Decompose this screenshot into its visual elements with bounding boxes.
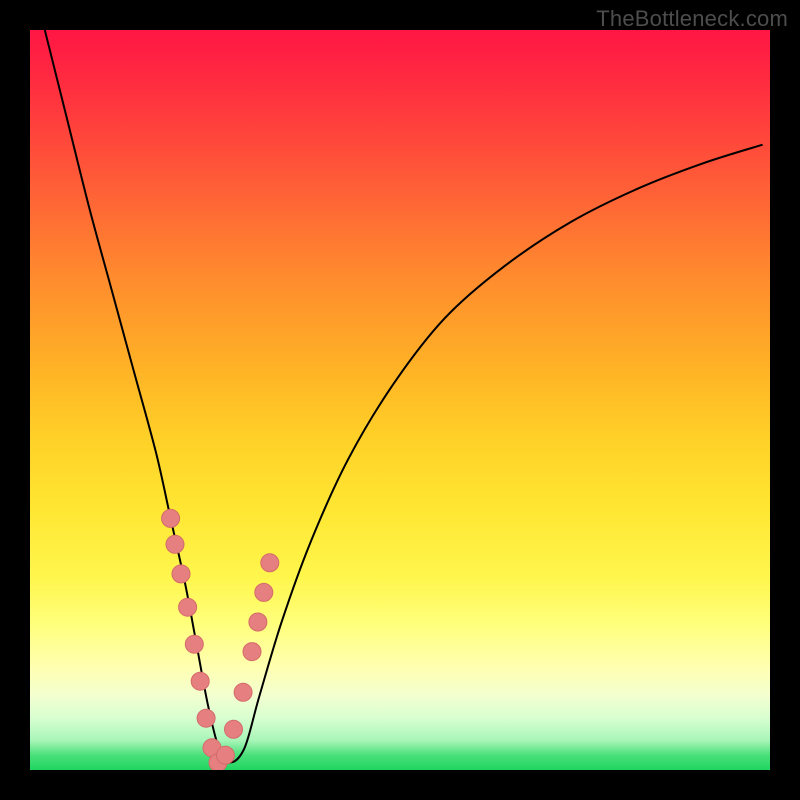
curve-marker — [197, 709, 215, 727]
curve-marker — [172, 565, 190, 583]
curve-marker — [225, 720, 243, 738]
curve-marker — [166, 535, 184, 553]
curve-marker — [216, 746, 234, 764]
marker-group — [162, 509, 279, 770]
watermark-text: TheBottleneck.com — [596, 6, 788, 32]
curve-marker — [179, 598, 197, 616]
curve-marker — [243, 643, 261, 661]
curve-marker — [261, 554, 279, 572]
curve-marker — [162, 509, 180, 527]
chart-svg-layer — [30, 30, 770, 770]
curve-marker — [185, 635, 203, 653]
curve-marker — [234, 683, 252, 701]
plot-area — [30, 30, 770, 770]
curve-marker — [255, 583, 273, 601]
outer-frame: TheBottleneck.com — [0, 0, 800, 800]
curve-marker — [191, 672, 209, 690]
curve-marker — [249, 613, 267, 631]
bottleneck-curve-path — [45, 30, 763, 763]
